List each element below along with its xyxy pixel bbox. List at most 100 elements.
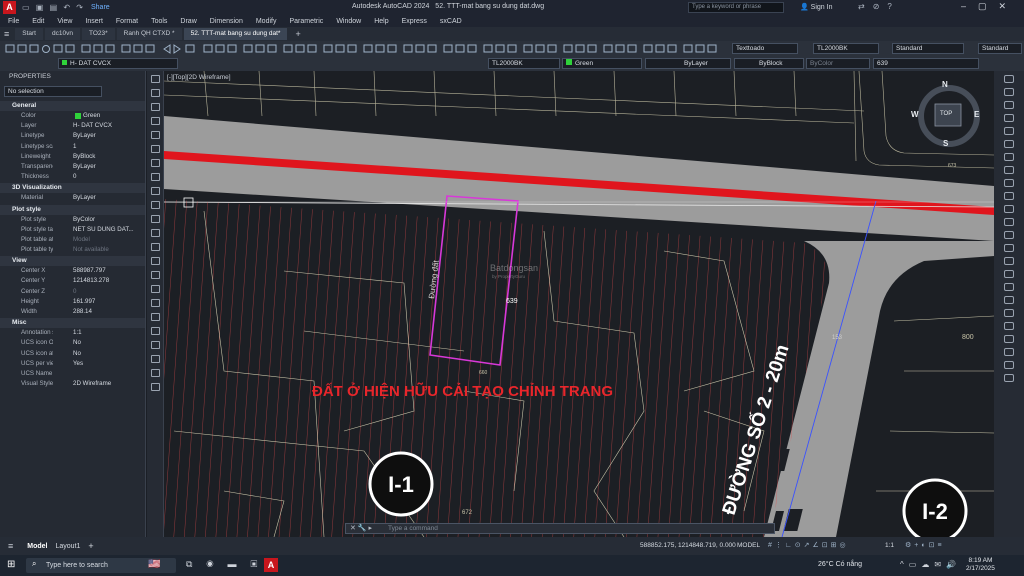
draw-tool-icon[interactable] (150, 89, 160, 97)
nav-tool-icon[interactable] (1004, 257, 1014, 265)
menu-item-draw[interactable]: Draw (180, 18, 196, 25)
menu-item-format[interactable]: Format (116, 18, 138, 25)
layout-menu-icon[interactable]: ≡ (8, 541, 13, 551)
menu-item-view[interactable]: View (57, 18, 72, 25)
property-value[interactable]: 1 (53, 142, 145, 152)
draw-tool-icon[interactable] (150, 201, 160, 209)
color-select[interactable]: Green (562, 58, 642, 69)
property-row[interactable]: Center Z 0 (0, 287, 145, 297)
menu-item-dimension[interactable]: Dimension (210, 18, 243, 25)
draw-tool-icon[interactable] (150, 383, 160, 391)
property-value[interactable]: ByLayer (53, 162, 145, 172)
draw-tool-icon[interactable] (150, 313, 160, 321)
property-value[interactable]: 288.14 (53, 307, 145, 317)
nav-tool-icon[interactable] (1004, 192, 1014, 200)
property-value[interactable]: NET SU DUNG DAT... (53, 225, 145, 235)
property-row[interactable]: UCS Name (0, 369, 145, 379)
system-tray-icons[interactable]: ^▭☁✉🔊 (900, 560, 961, 569)
draw-tool-icon[interactable] (150, 117, 160, 125)
help-icons[interactable]: ⇄⊘? (858, 2, 900, 11)
property-row[interactable]: Thickness 0 (0, 172, 145, 182)
property-row[interactable]: Plot style tableNET SU DUNG DAT... (0, 225, 145, 235)
annotation-scale[interactable]: 1:1 (885, 542, 894, 549)
property-row[interactable]: Center X 588987.797 (0, 266, 145, 276)
draw-tool-icon[interactable] (150, 257, 160, 265)
section-general[interactable]: General (0, 101, 145, 111)
table-style-select[interactable]: Standard (892, 43, 964, 54)
mleader-style-select[interactable]: Standard (978, 43, 1022, 54)
tab-to23[interactable]: TO23* (81, 28, 115, 40)
nav-tool-icon[interactable] (1004, 244, 1014, 252)
section-view[interactable]: View (0, 256, 145, 267)
dim-style-select[interactable]: TL2000BK (813, 43, 879, 54)
keyword-search-input[interactable]: Type a keyword or phrase (688, 2, 784, 13)
nav-tool-icon[interactable] (1004, 309, 1014, 317)
draw-tool-icon[interactable] (150, 369, 160, 377)
hamburger-icon[interactable]: ≡ (4, 29, 9, 39)
tab-start[interactable]: Start (15, 28, 43, 40)
nav-tool-icon[interactable] (1004, 179, 1014, 187)
nav-tool-icon[interactable] (1004, 296, 1014, 304)
property-value[interactable]: Model (53, 235, 145, 245)
sign-in-button[interactable]: 👤 Sign In (800, 3, 832, 11)
drawing-svg[interactable]: 639 660 153 672 800 673 Đường đất Batdon… (164, 71, 994, 537)
draw-tool-icon[interactable] (150, 187, 160, 195)
property-value[interactable]: H- DAT CVCX (53, 121, 145, 131)
property-row[interactable]: Material ByLayer (0, 193, 145, 203)
property-row[interactable]: Plot table attac...Model (0, 235, 145, 245)
draw-tool-icon[interactable] (150, 271, 160, 279)
draw-tool-icon[interactable] (150, 229, 160, 237)
draw-tool-icon[interactable] (150, 243, 160, 251)
menu-item-sxcad[interactable]: sxCAD (440, 18, 462, 25)
tab-dc10vn[interactable]: dc10vn (45, 28, 80, 40)
viewport-controls[interactable]: [-][Top][2D Wireframe] (167, 74, 231, 81)
status-settings-icons[interactable]: ⚙+◐⊡≡ (905, 541, 945, 549)
property-value[interactable]: Not available (53, 245, 145, 255)
compass-west[interactable]: W (911, 110, 919, 119)
draw-tool-icon[interactable] (150, 103, 160, 111)
property-row[interactable]: Width 288.14 (0, 307, 145, 317)
property-row[interactable]: Visual Style 2D Wireframe (0, 379, 145, 389)
menu-item-modify[interactable]: Modify (256, 18, 277, 25)
find-text-input[interactable]: 639 (873, 58, 979, 69)
compass-east[interactable]: E (974, 110, 979, 119)
property-row[interactable]: UCS per viewp...Yes (0, 359, 145, 369)
section-3d-visualization[interactable]: 3D Visualization (0, 183, 145, 194)
compass-north[interactable]: N (942, 80, 948, 89)
property-row[interactable]: Linetype scale1 (0, 142, 145, 152)
nav-tool-icon[interactable] (1004, 322, 1014, 330)
menu-item-help[interactable]: Help (374, 18, 388, 25)
nav-tool-icon[interactable] (1004, 114, 1014, 122)
quick-access-toolbar[interactable]: ▭ ▣ ▤ ↶ ↷ (22, 3, 85, 12)
property-value[interactable]: 2D Wireframe (53, 379, 145, 389)
property-row[interactable]: Linetype ByLayer (0, 131, 145, 141)
nav-tool-icon[interactable] (1004, 101, 1014, 109)
property-row[interactable]: Color Green (0, 111, 145, 121)
share-button[interactable]: Share (91, 4, 110, 11)
menu-item-parametric[interactable]: Parametric (289, 18, 323, 25)
nav-tool-icon[interactable] (1004, 166, 1014, 174)
draw-tool-icon[interactable] (150, 75, 160, 83)
ribbon-icon-row[interactable] (4, 43, 724, 55)
drawing-canvas[interactable]: 639 660 153 672 800 673 Đường đất Batdon… (164, 71, 994, 537)
property-value[interactable]: 1:1 (53, 328, 145, 338)
property-value[interactable]: ByColor (53, 215, 145, 225)
property-row[interactable]: Annotation scale1:1 (0, 328, 145, 338)
nav-tool-icon[interactable] (1004, 140, 1014, 148)
plotstyle-select[interactable]: ByColor (806, 58, 870, 69)
nav-tool-icon[interactable] (1004, 283, 1014, 291)
compass-south[interactable]: S (943, 139, 948, 148)
property-value[interactable]: 161.997 (53, 297, 145, 307)
draw-tool-icon[interactable] (150, 327, 160, 335)
nav-tool-icon[interactable] (1004, 153, 1014, 161)
property-value[interactable] (53, 369, 145, 379)
layer-combo-2[interactable]: TL2000BK (488, 58, 560, 69)
property-value[interactable]: Yes (53, 359, 145, 369)
property-row[interactable]: TransparencyByLayer (0, 162, 145, 172)
layer-select[interactable]: H- DAT CVCX (58, 58, 178, 69)
section-misc[interactable]: Misc (0, 318, 145, 329)
draw-tool-icon[interactable] (150, 131, 160, 139)
draw-tool-icon[interactable] (150, 145, 160, 153)
viewcube-top-face[interactable]: TOP (940, 111, 952, 117)
tab-layout1[interactable]: Layout1 (56, 543, 81, 550)
